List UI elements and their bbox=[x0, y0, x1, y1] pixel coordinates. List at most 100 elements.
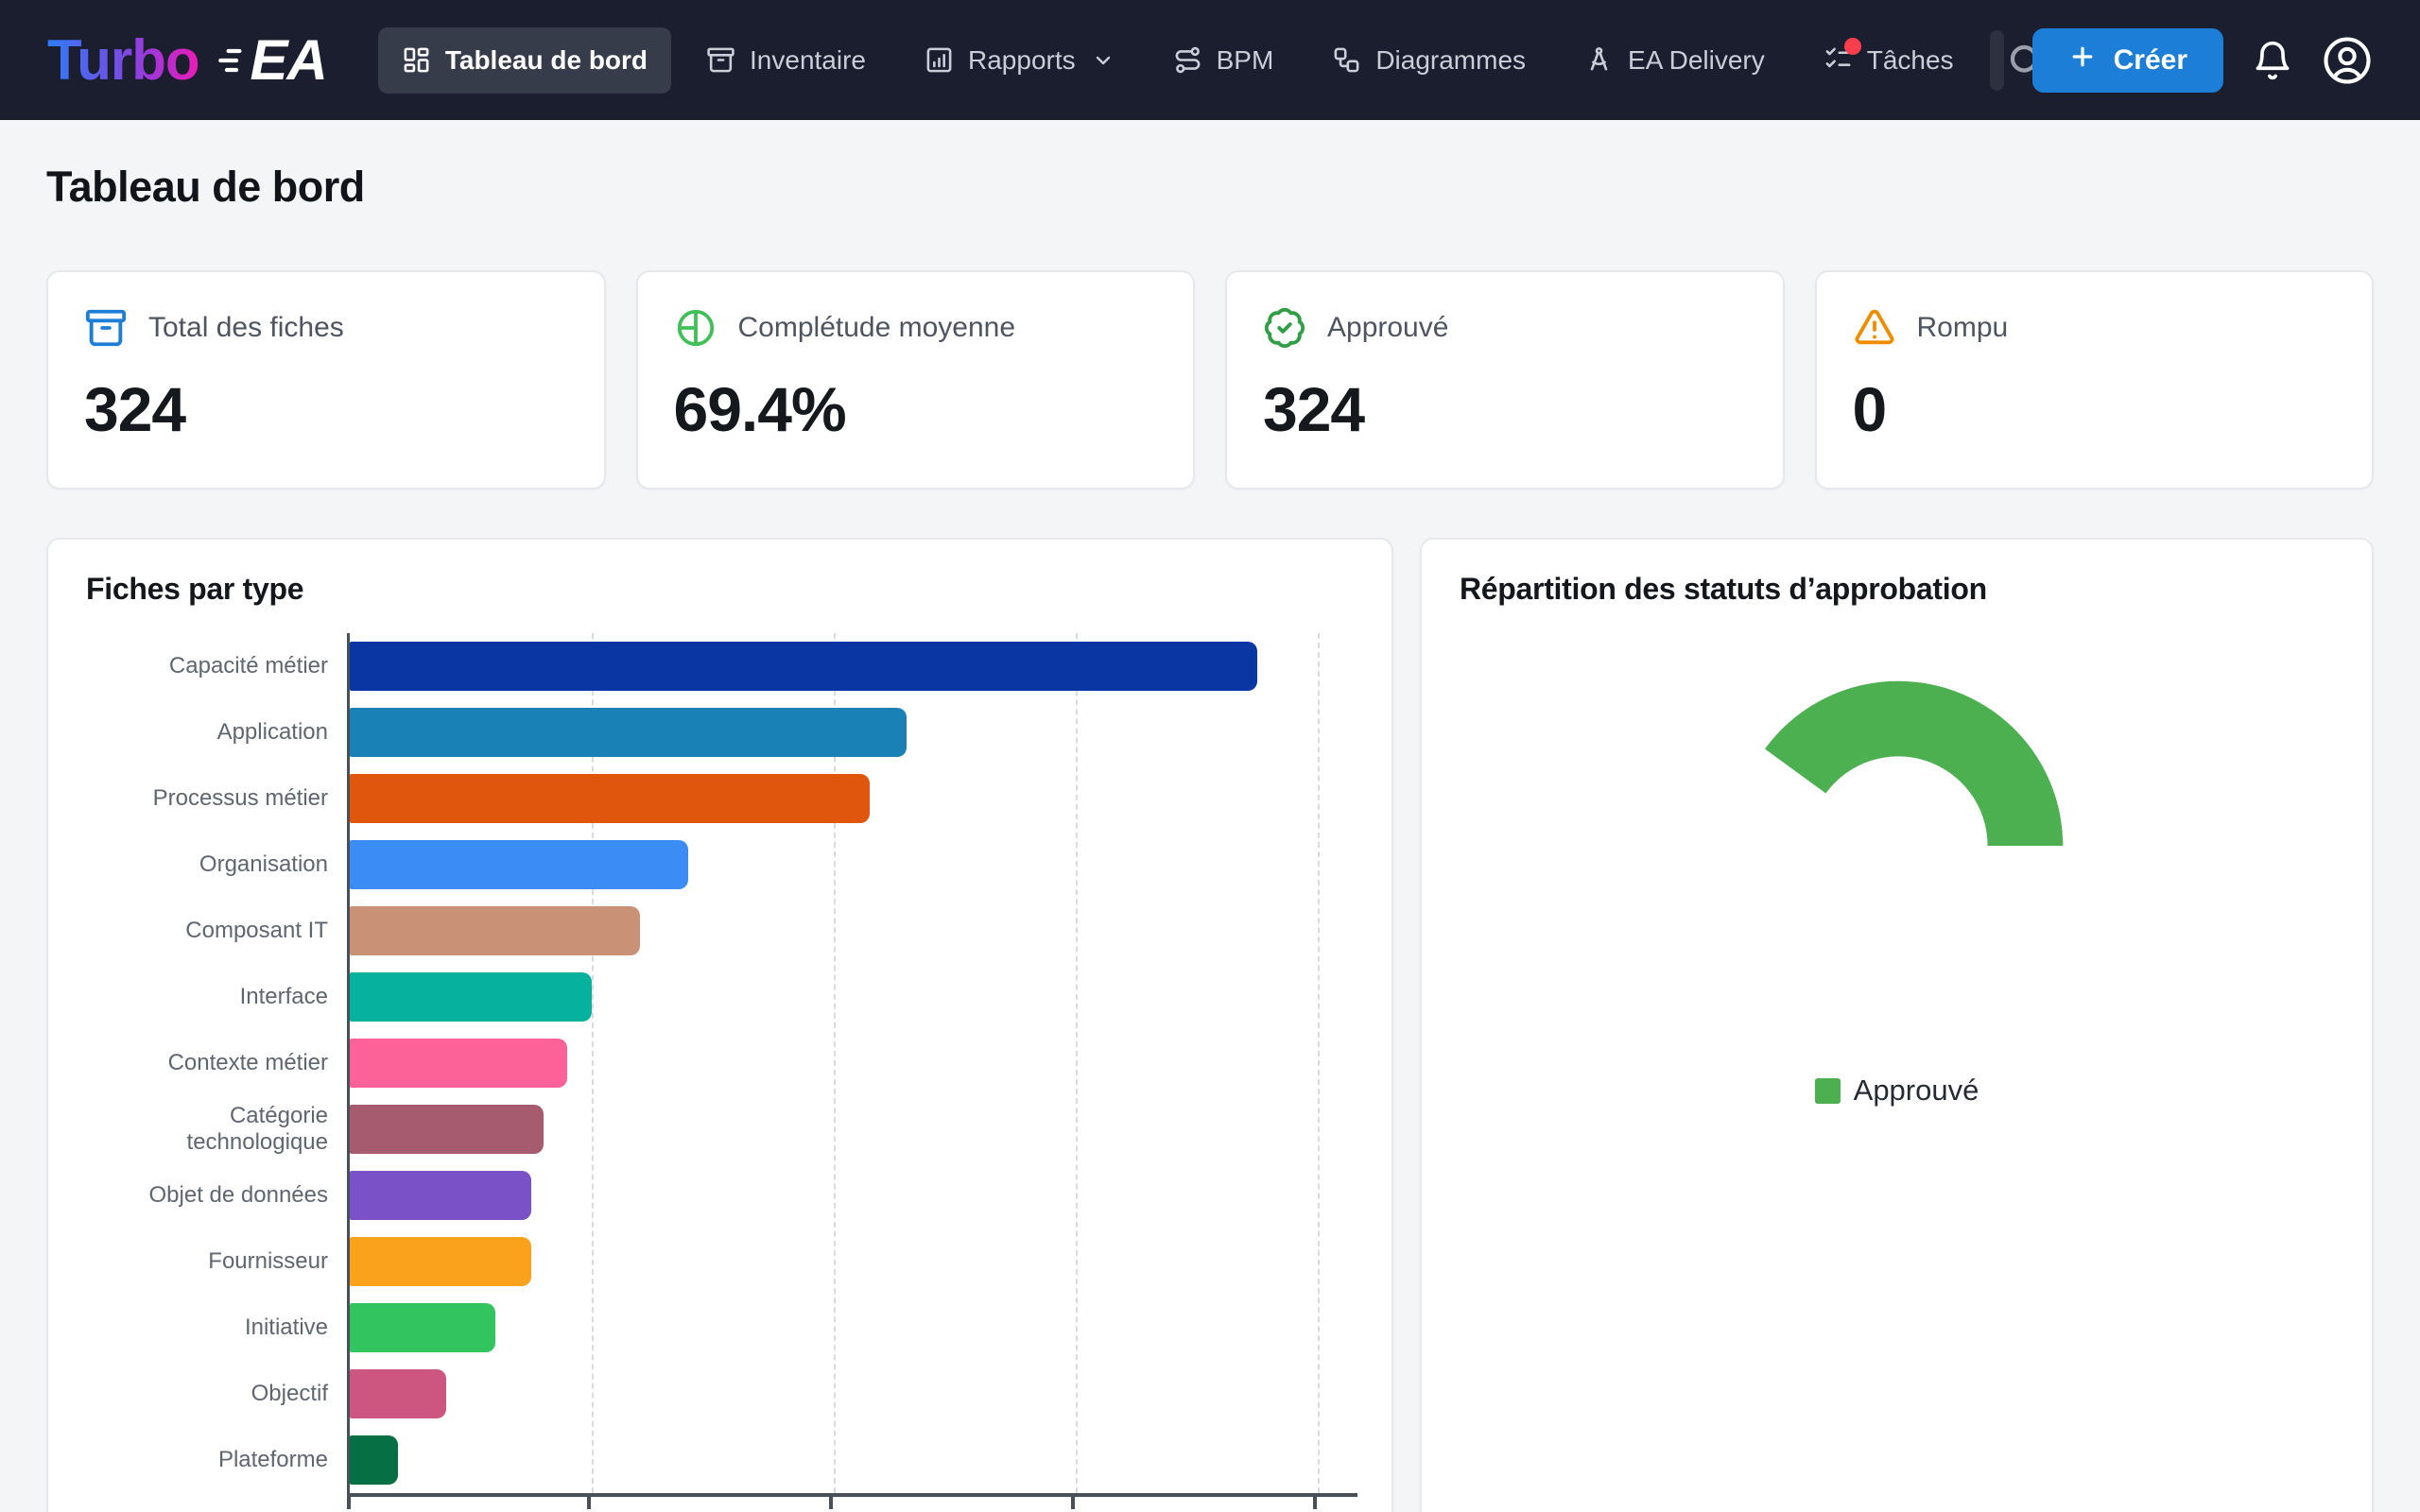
bar-11[interactable] bbox=[350, 1369, 446, 1418]
stat-card-label: Approuvé bbox=[1327, 312, 1448, 344]
create-button-label: Créer bbox=[2114, 44, 2187, 77]
top-navbar: Turbo EA Tableau de bord Inventaire Rappor… bbox=[0, 0, 2420, 120]
bar-row-7: Catégorie technologique bbox=[86, 1096, 1354, 1162]
bar-category-label: Application bbox=[86, 719, 328, 746]
bar-category-label: Initiative bbox=[86, 1314, 328, 1341]
bar-5[interactable] bbox=[350, 972, 592, 1022]
stat-card-2: Approuvé 324 bbox=[1225, 270, 1785, 490]
stat-card-0: Total des fiches 324 bbox=[46, 270, 606, 490]
create-button[interactable]: Créer bbox=[2032, 28, 2223, 93]
bar-category-label: Plateforme bbox=[86, 1447, 328, 1473]
nav-item-dashboard[interactable]: Tableau de bord bbox=[378, 27, 671, 94]
nav-item-reports[interactable]: Rapports bbox=[901, 27, 1138, 94]
bar-row-5: Interface bbox=[86, 964, 1354, 1030]
dashboard-page: Tableau de bord Total des fiches 324 Com… bbox=[0, 163, 2420, 1512]
bar-chart-rows: Capacité métier Application Processus mé… bbox=[86, 633, 1354, 1493]
bar-row-3: Organisation bbox=[86, 832, 1354, 898]
chart-square-icon bbox=[925, 45, 954, 75]
bar-category-label: Objectif bbox=[86, 1381, 328, 1407]
nav-item-label: EA Delivery bbox=[1628, 45, 1765, 76]
bar-7[interactable] bbox=[350, 1105, 544, 1154]
nav-item-label: BPM bbox=[1217, 45, 1274, 76]
legend-item[interactable]: Approuvé bbox=[1815, 1074, 1979, 1108]
donut-segment-approuve[interactable] bbox=[1765, 681, 2063, 846]
stat-card-value: 69.4% bbox=[674, 373, 1158, 445]
bar-row-9: Fournisseur bbox=[86, 1228, 1354, 1295]
donut-legend: Approuvé bbox=[1460, 1074, 2334, 1108]
bar-3[interactable] bbox=[350, 840, 688, 889]
bar-row-11: Objectif bbox=[86, 1361, 1354, 1427]
workflow-icon bbox=[1332, 45, 1361, 75]
stat-cards: Total des fiches 324 Complétude moyenne … bbox=[46, 270, 2374, 490]
list-checks-icon bbox=[1824, 45, 1853, 75]
nav-item-label: Rapports bbox=[968, 45, 1076, 76]
route-icon bbox=[1173, 45, 1202, 75]
user-menu-button[interactable] bbox=[2322, 35, 2373, 86]
bar-0[interactable] bbox=[350, 642, 1257, 691]
bar-12[interactable] bbox=[350, 1435, 398, 1485]
alert-triangle-icon bbox=[1853, 306, 1896, 350]
bar-chart-x-axis bbox=[347, 1493, 1357, 1506]
nav-item-label: Tâches bbox=[1867, 45, 1954, 76]
bar-row-1: Application bbox=[86, 699, 1354, 765]
bar-9[interactable] bbox=[350, 1237, 531, 1286]
layout-dashboard-icon bbox=[402, 45, 431, 75]
bar-1[interactable] bbox=[350, 708, 907, 757]
donut-chart-title: Répartition des statuts d’approbation bbox=[1460, 572, 2334, 607]
bar-2[interactable] bbox=[350, 774, 870, 823]
bar-category-label: Objet de données bbox=[86, 1182, 328, 1209]
chevron-down-icon bbox=[1090, 49, 1115, 72]
logo-text-ea: EA bbox=[251, 27, 327, 93]
app-logo[interactable]: Turbo EA bbox=[47, 27, 327, 93]
stat-card-value: 324 bbox=[84, 373, 568, 445]
bar-row-10: Initiative bbox=[86, 1295, 1354, 1361]
bar-row-4: Composant IT bbox=[86, 898, 1354, 964]
notifications-button[interactable] bbox=[2252, 40, 2293, 81]
archive-icon bbox=[84, 306, 128, 350]
panels: Fiches par type Capacité métier Applicat… bbox=[46, 538, 2374, 1512]
badge-check-icon bbox=[1263, 306, 1306, 350]
bar-chart: Capacité métier Application Processus mé… bbox=[86, 633, 1354, 1506]
bar-category-label: Organisation bbox=[86, 851, 328, 878]
donut-chart bbox=[1460, 626, 2334, 1070]
notification-dot bbox=[1844, 38, 1861, 55]
stat-card-3: Rompu 0 bbox=[1815, 270, 2375, 490]
plus-icon bbox=[2068, 43, 2097, 78]
gauge-half-icon bbox=[674, 306, 717, 350]
bar-row-12: Plateforme bbox=[86, 1427, 1354, 1493]
bar-row-2: Processus métier bbox=[86, 765, 1354, 832]
archive-icon bbox=[706, 45, 735, 75]
nav-item-label: Tableau de bord bbox=[445, 45, 648, 76]
bar-8[interactable] bbox=[350, 1171, 531, 1220]
nav-item-tasks[interactable]: Tâches bbox=[1800, 27, 1978, 94]
bar-6[interactable] bbox=[350, 1039, 567, 1088]
nav-item-label: Inventaire bbox=[750, 45, 866, 76]
bar-category-label: Processus métier bbox=[86, 785, 328, 812]
bar-chart-panel: Fiches par type Capacité métier Applicat… bbox=[46, 538, 1393, 1512]
stat-card-label: Complétude moyenne bbox=[738, 312, 1016, 344]
bar-row-6: Contexte métier bbox=[86, 1030, 1354, 1096]
drafting-compass-icon bbox=[1584, 45, 1614, 75]
bell-icon bbox=[2252, 40, 2293, 81]
bar-4[interactable] bbox=[350, 906, 640, 955]
nav-item-bpm[interactable]: BPM bbox=[1150, 27, 1298, 94]
x-axis-tick bbox=[1313, 1497, 1317, 1509]
nav-item-inventory[interactable]: Inventaire bbox=[683, 27, 890, 94]
page-title: Tableau de bord bbox=[46, 163, 2374, 212]
bar-category-label: Capacité métier bbox=[86, 653, 328, 679]
stat-card-value: 324 bbox=[1263, 373, 1747, 445]
nav-item-ea-delivery[interactable]: EA Delivery bbox=[1561, 27, 1789, 94]
stat-card-label: Rompu bbox=[1917, 312, 2009, 344]
bar-10[interactable] bbox=[350, 1303, 495, 1352]
bar-category-label: Interface bbox=[86, 984, 328, 1010]
stat-card-1: Complétude moyenne 69.4% bbox=[636, 270, 1196, 490]
stat-card-label: Total des fiches bbox=[148, 312, 344, 344]
legend-swatch bbox=[1815, 1078, 1841, 1104]
navbar-divider bbox=[1990, 30, 2004, 91]
main-nav: Tableau de bord Inventaire Rapports BPM Diag… bbox=[378, 27, 1990, 94]
bar-category-label: Catégorie technologique bbox=[86, 1103, 328, 1157]
bar-chart-title: Fiches par type bbox=[86, 572, 1354, 607]
nav-item-diagrams[interactable]: Diagrammes bbox=[1308, 27, 1549, 94]
x-axis-tick bbox=[347, 1497, 351, 1509]
bar-category-label: Fournisseur bbox=[86, 1248, 328, 1275]
